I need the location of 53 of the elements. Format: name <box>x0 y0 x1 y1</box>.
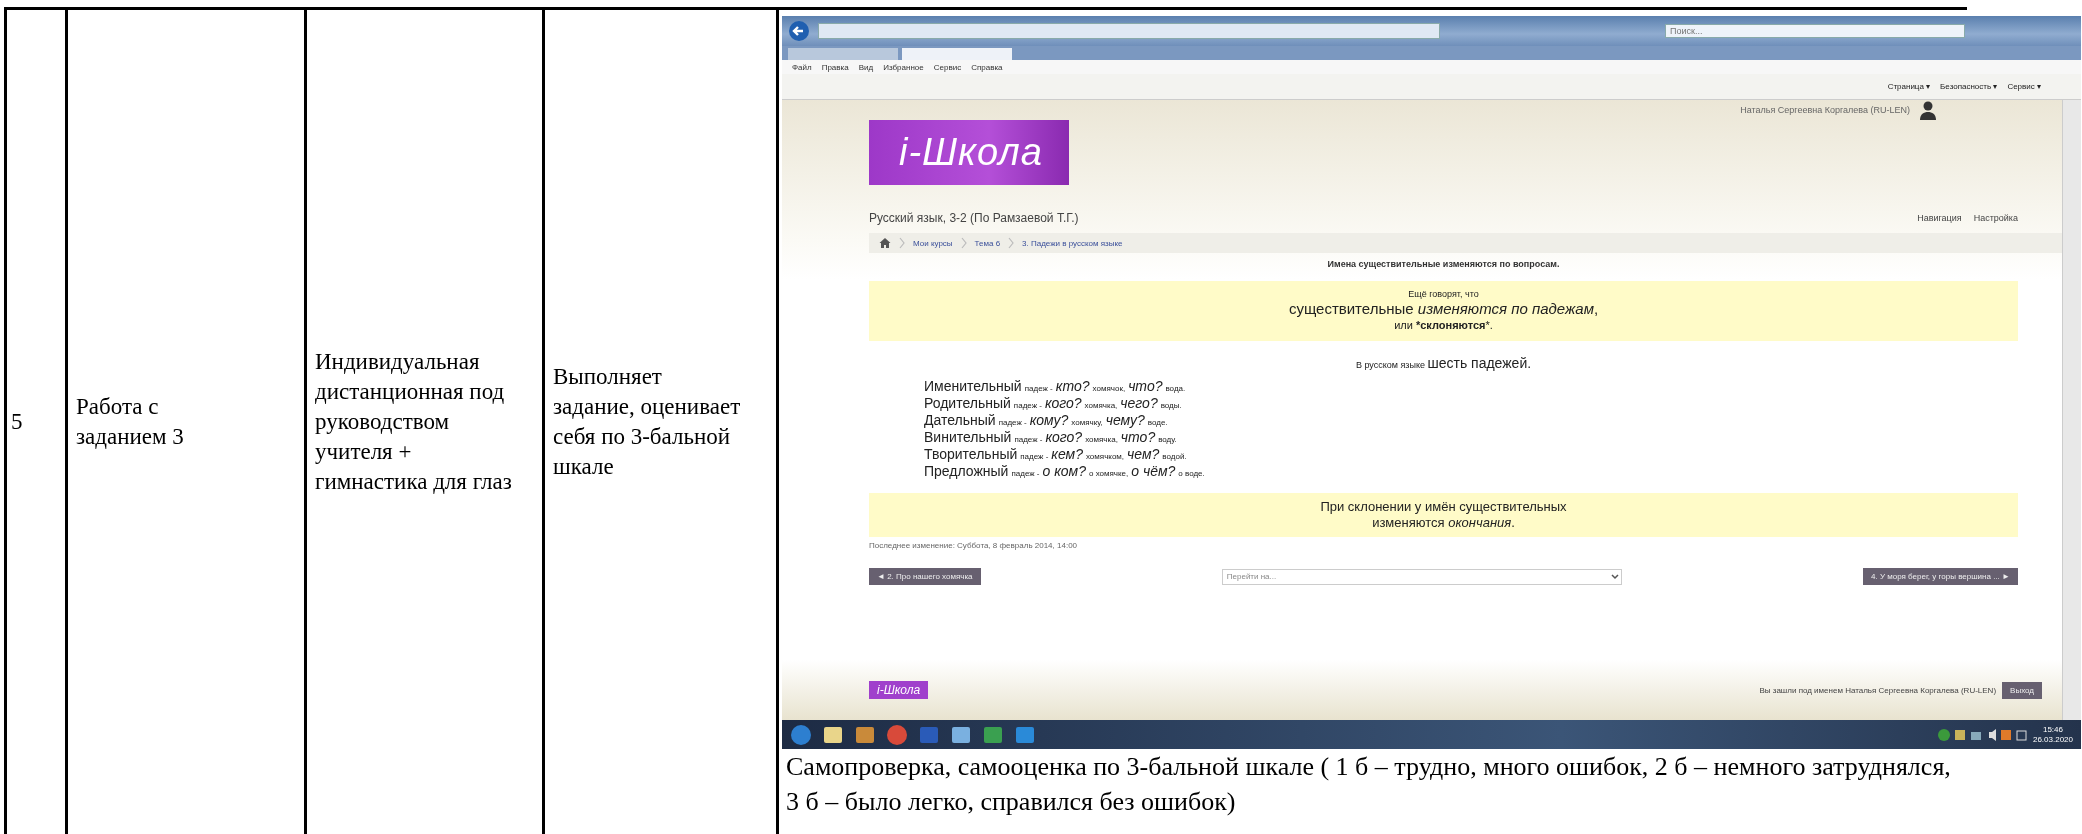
chevron-icon <box>899 237 905 249</box>
login-info-text: Вы зашли под именем Наталья Сергеевна Коргалева (RU-LEN) <box>1759 685 1997 695</box>
home-icon[interactable] <box>879 237 891 249</box>
activity-text: Выполняет задание, оценивает себя по 3-бальной шкале <box>553 363 742 481</box>
row-number: 5 <box>11 408 23 436</box>
note-line: изменяются окончания. <box>1371 515 1516 532</box>
case-line: Винительный падеж - кого? хомячка, что? воду. <box>924 429 1178 447</box>
site-logo[interactable]: i-Школа <box>869 120 1069 185</box>
scrollbar[interactable] <box>2062 100 2081 720</box>
last-modified-text: Последнее изменение: Суббота, 8 февраль 2014, 14:00 <box>869 541 1079 551</box>
menu-item[interactable]: Справка <box>971 62 1003 72</box>
address-field[interactable] <box>818 23 1440 39</box>
intro-text: Имена существительные изменяются по вопросам. <box>1326 259 1561 269</box>
note-line: существительные изменяются по падежам, <box>1287 300 1600 319</box>
note-line: При склонении у имён существительных <box>1319 498 1568 515</box>
menu-item[interactable]: Вид <box>858 62 874 72</box>
user-name[interactable]: Наталья Сергеевна Коргалева (RU-LEN) <box>1740 105 1910 115</box>
breadcrumb-link[interactable]: Тема 6 <box>974 238 1001 248</box>
menu-item[interactable]: Правка <box>821 62 849 72</box>
logout-button[interactable]: Выход <box>2002 681 2042 699</box>
cases-heading: В русском языке шесть падежей. <box>1354 354 1533 371</box>
previous-page-button[interactable]: ◄ 2. Про нашего хомячка <box>869 568 981 586</box>
menu-item[interactable]: Избранное <box>883 62 924 72</box>
menu-item[interactable]: Сервис <box>933 62 962 72</box>
course-title: Русский язык, 3-2 (По Рамзаевой Т.Г.) <box>869 211 1079 225</box>
case-line: Именительный падеж - кто? хомячок, что? вода. <box>924 378 1187 396</box>
note-line: Ещё говорят, что <box>1407 289 1480 301</box>
menu-item[interactable]: Файл <box>792 62 812 72</box>
chevron-icon <box>1008 237 1015 249</box>
back-icon[interactable] <box>788 20 810 42</box>
command-item[interactable]: Сервис ▾ <box>2007 82 2041 91</box>
taskbar-clock: 15:46 26.03.2020 <box>2032 724 2073 745</box>
case-line: Дательный падеж - кому? хомячку, чему? воде. <box>924 412 1169 430</box>
search-field[interactable]: Поиск... <box>1665 24 1965 38</box>
stage-text: Работа с заданием 3 <box>76 393 185 451</box>
next-page-button[interactable]: 4. У моря берег, у горы вершина ... ► <box>1863 568 2018 586</box>
breadcrumb-link[interactable]: Мои курсы <box>913 238 953 248</box>
note-line: или *склоняются*. <box>1393 319 1494 333</box>
header-link[interactable]: Навигация <box>1917 213 1962 223</box>
caption-text: Самопроверка, самооценка по 3-бальной шкале ( 1 б – трудно, много ошибок, 2 б – немного затруднялся, 3 б – было легко, справился без ошибок) <box>785 751 1952 818</box>
command-item[interactable]: Безопасность ▾ <box>1940 82 1998 91</box>
tray-icons-drawing[interactable] <box>1936 727 2027 742</box>
breadcrumb-link[interactable]: 3. Падежи в русском языке <box>1022 238 1123 248</box>
jump-select[interactable]: Перейти на... <box>1221 568 1622 585</box>
case-line: Родительный падеж - кого? хомячка, чего? воды. <box>924 395 1183 413</box>
user-avatar-icon[interactable] <box>1918 100 1938 120</box>
header-link[interactable]: Настройка <box>1973 213 2018 223</box>
case-line: Творительный падеж - кем? хомячком, чем? водой. <box>924 446 1188 464</box>
footer-logo[interactable]: i-Школа <box>869 681 929 699</box>
command-item[interactable]: Страница ▾ <box>1887 82 1931 91</box>
case-line: Предложный падеж - о ком? о хомячке, о чём? о воде. <box>924 463 1206 481</box>
chevron-icon <box>960 237 967 249</box>
form-text: Индивидуальная дистанционная под руководством учителя + гимнастика для глаз <box>315 348 513 496</box>
